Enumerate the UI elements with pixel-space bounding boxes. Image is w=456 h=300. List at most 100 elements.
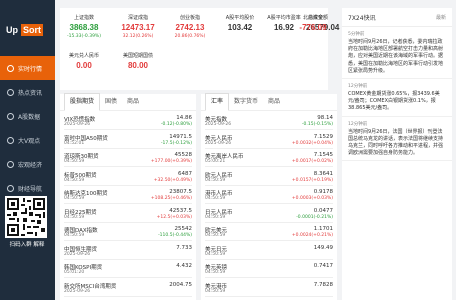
table-row[interactable]: 德国DAX指数 04:50:59 25542 -110.5(-0.44%) bbox=[64, 225, 192, 241]
news-text: 当地时间9月26日，记者获悉，委内瑞拉政府在加勒比海地区部署航空打击力量和高射炮… bbox=[348, 39, 444, 74]
table-row[interactable]: 韩国KOSPI期货 05:01:20 4.432 bbox=[64, 262, 192, 278]
instrument-price: 14971.5 bbox=[169, 133, 192, 140]
instrument-price: 0.9178 bbox=[313, 189, 333, 195]
stat-change: -15.33(-0.39%) bbox=[67, 34, 101, 39]
instrument-change: +0.0003(+0.03%) bbox=[291, 196, 333, 201]
table-row[interactable]: 中国恒生期货 2025-09-26 7.733 bbox=[64, 244, 192, 260]
instrument-change: -0.0001(-0.21%) bbox=[296, 214, 333, 220]
stat-shanghai-index[interactable]: 上证指数 3868.38 -15.33(-0.39%) bbox=[64, 14, 104, 39]
news-text: 当地时间9月26日，法国（世界报）刊登法国总统马克龙的讲话，表示法国将继续支持乌… bbox=[348, 128, 444, 157]
table-row[interactable]: 美元日元 04:50:59 149.49 bbox=[205, 244, 333, 260]
instrument-price: 14.86 bbox=[176, 115, 192, 121]
sidebar-item-label: A股数据 bbox=[18, 113, 41, 121]
table-row[interactable]: 港币人民币 04:50:59 0.9178 +0.0003(+0.03%) bbox=[205, 188, 333, 204]
table-row[interactable]: 欧元人民币 04:50:59 8.3641 +0.0157(+0.19%) bbox=[205, 170, 333, 186]
qr-caption: 扫码入群 解释 bbox=[9, 242, 45, 248]
table-row[interactable]: 新交所MSCI台湾期货 2025-09-26 2004.75 bbox=[64, 281, 192, 297]
instrument-time: 04:50:59 bbox=[64, 233, 85, 238]
table-row[interactable]: VIX恐慌指数 2025-09-26 14.86 -0.12(-0.80%) bbox=[64, 114, 192, 130]
tab-goods[interactable]: 商品 bbox=[263, 94, 285, 110]
chart-icon bbox=[7, 64, 14, 72]
instrument-time: 05:00:21 bbox=[205, 159, 226, 164]
stat-northbound[interactable]: 北向资金 -776.09 bbox=[290, 14, 336, 32]
compass-icon bbox=[7, 184, 14, 192]
sidebar-item-a-share-data[interactable]: A股数据 bbox=[0, 104, 55, 128]
instrument-time: 2025-09-26 bbox=[205, 122, 232, 127]
stat-us-tbill[interactable]: 美国短期国债 80.00 bbox=[118, 52, 158, 70]
table-row[interactable]: 日元人民币 04:50:59 0.0477 -0.0001(-0.21%) bbox=[205, 207, 333, 223]
table-row[interactable]: 纳斯达克100期货 04:50:59 23807.5 +108.25(+0.46%) bbox=[64, 188, 192, 204]
stat-value: 12473.17 bbox=[121, 23, 155, 32]
instrument-change: -0.15(-0.15%) bbox=[301, 122, 333, 127]
instrument-time: 04:50:59 bbox=[64, 196, 85, 201]
news-text: COMEX黄金期货涨0.65%，报3439.6美元/盎司；COMEX白银期货涨0… bbox=[348, 91, 440, 112]
stat-avg-price[interactable]: A股平均股价 103.42 bbox=[220, 14, 260, 32]
news-item[interactable]: 5分钟前当地时间9月26日，记者获悉，委内瑞拉政府在加勒比海地区部署航空打击力量… bbox=[342, 27, 452, 80]
stat-change: 32.12(0.26%) bbox=[122, 34, 154, 39]
table-row[interactable]: 美元指数 2025-09-26 98.14 -0.15(-0.15%) bbox=[205, 114, 333, 130]
news-more-link[interactable]: 最新 bbox=[436, 14, 446, 21]
sidebar-item-label: 财经导航 bbox=[18, 185, 43, 193]
stat-label: 美元兑人民币 bbox=[68, 53, 99, 59]
instrument-change: +108.25(+0.46%) bbox=[150, 196, 192, 201]
instrument-price: 25542 bbox=[174, 226, 193, 232]
futures-panel: 股指期货 国债 商品 VIX恐慌指数 2025-09-26 14.86 -0.12(-… bbox=[60, 93, 196, 300]
sidebar-item-macro[interactable]: 宏观经济 bbox=[0, 152, 55, 176]
table-row[interactable]: 欧元美元 04:50:59 1.1701 +0.0024(+0.21%) bbox=[205, 225, 333, 241]
instrument-price: 45528 bbox=[174, 152, 193, 158]
instrument-time: 2025-09-26 bbox=[64, 288, 91, 294]
table-row[interactable]: 美元港币 04:50:59 7.7828 bbox=[205, 281, 333, 297]
tab-index-futures[interactable]: 股指期货 bbox=[64, 93, 101, 111]
stat-chinext-index[interactable]: 创业板指 2742.13 20.86(0.76%) bbox=[170, 14, 210, 39]
stat-change: 20.86(0.76%) bbox=[174, 34, 206, 39]
table-row[interactable]: 美元人民币 2025-09-26 7.1529 +0.0032(+0.04%) bbox=[205, 133, 333, 149]
stat-shenzhen-index[interactable]: 深证成指 12473.17 32.12(0.26%) bbox=[118, 14, 158, 39]
stat-value: -776.09 bbox=[299, 23, 327, 32]
table-row[interactable]: 美元英镑 04:50:59 0.7417 bbox=[205, 262, 333, 278]
stat-value: 0.00 bbox=[76, 61, 92, 70]
instrument-time: 04:50:59 bbox=[205, 251, 226, 257]
logo-sort-text: Sort bbox=[21, 24, 43, 36]
tab-crypto[interactable]: 数字货币 bbox=[229, 94, 263, 110]
fx-panel: 汇率 数字货币 商品 美元指数 2025-09-26 98.14 -0.15(-0.1… bbox=[201, 93, 337, 300]
qr-code-image bbox=[5, 196, 47, 238]
instrument-price: 98.14 bbox=[317, 115, 333, 121]
table-row[interactable]: 标普500期货 04:50:59 6487 +32.50(+0.49%) bbox=[64, 170, 192, 186]
stat-value: 3868.38 bbox=[69, 23, 99, 32]
news-time: 12分钟前 bbox=[348, 121, 368, 127]
news-time: 5分钟前 bbox=[348, 32, 365, 37]
instrument-time: 04:50:59 bbox=[205, 196, 226, 201]
stat-usdcny[interactable]: 美元兑人民币 0.00 bbox=[64, 52, 104, 70]
app-logo[interactable]: Up Sort bbox=[6, 24, 43, 36]
news-list: 5分钟前当地时间9月26日，记者获悉，委内瑞拉政府在加勒比海地区部署航空打击力量… bbox=[342, 27, 452, 162]
instrument-time: 04:50:59 bbox=[205, 214, 226, 220]
news-item[interactable]: 12分钟前 当地时间9月26日，法国（世界报）刊登法国总统马克龙的讲话，表示法国将… bbox=[342, 117, 452, 162]
sidebar-item-hot-news[interactable]: 热点资讯 bbox=[0, 80, 55, 104]
table-row[interactable]: 道琼斯30期货 04:50:59 45528 +177.00(+0.39%) bbox=[64, 151, 192, 167]
instrument-price: 149.49 bbox=[313, 244, 333, 251]
table-row[interactable]: 日经225期货 04:50:59 42537.5 +12.5(+0.03%) bbox=[64, 207, 192, 223]
globe-icon bbox=[7, 160, 14, 168]
instrument-price: 7.1545 bbox=[313, 152, 333, 158]
instrument-price: 7.733 bbox=[176, 244, 192, 251]
stat-label: 深证成指 bbox=[127, 15, 148, 21]
user-icon bbox=[7, 136, 14, 144]
table-row[interactable]: 富时中国A50期货 04:52:01 14971.5 -17.5(-0.12%) bbox=[64, 133, 192, 149]
instrument-price: 2004.75 bbox=[169, 281, 192, 288]
instrument-time: 04:52:01 bbox=[64, 140, 85, 146]
news-panel: 7X24快讯 最新 5分钟前 当地时间9月26日，记者获悉，委内瑞拉政府在加勒比海… bbox=[342, 8, 452, 300]
sidebar-item-kol-views[interactable]: 大V观点 bbox=[0, 128, 55, 152]
tab-bonds[interactable]: 国债 bbox=[100, 94, 122, 110]
sidebar-item-label: 宏观经济 bbox=[18, 161, 43, 169]
sidebar-item-realtime[interactable]: 实时行情 bbox=[0, 56, 55, 80]
market-stats-card: 上证指数 3868.38 -15.33(-0.39%) 深证成指 12473.1… bbox=[60, 8, 339, 90]
tab-fx[interactable]: 汇率 bbox=[205, 93, 230, 111]
instrument-time: 2025-09-26 bbox=[64, 122, 91, 127]
sidebar-item-label: 大V观点 bbox=[18, 137, 41, 145]
table-row[interactable]: 美元离岸人民币 05:00:21 7.1545 +0.0017(+0.02%) bbox=[205, 151, 333, 167]
news-item[interactable]: 12分钟前 COMEX黄金期货涨0.65%，报3439.6美元/盎司；COMEX白… bbox=[342, 79, 452, 117]
stat-label: 创业板指 bbox=[179, 15, 200, 21]
logo-up-text: Up bbox=[6, 25, 18, 35]
tab-commodities[interactable]: 商品 bbox=[122, 94, 144, 110]
fx-tabs: 汇率 数字货币 商品 bbox=[201, 93, 337, 111]
